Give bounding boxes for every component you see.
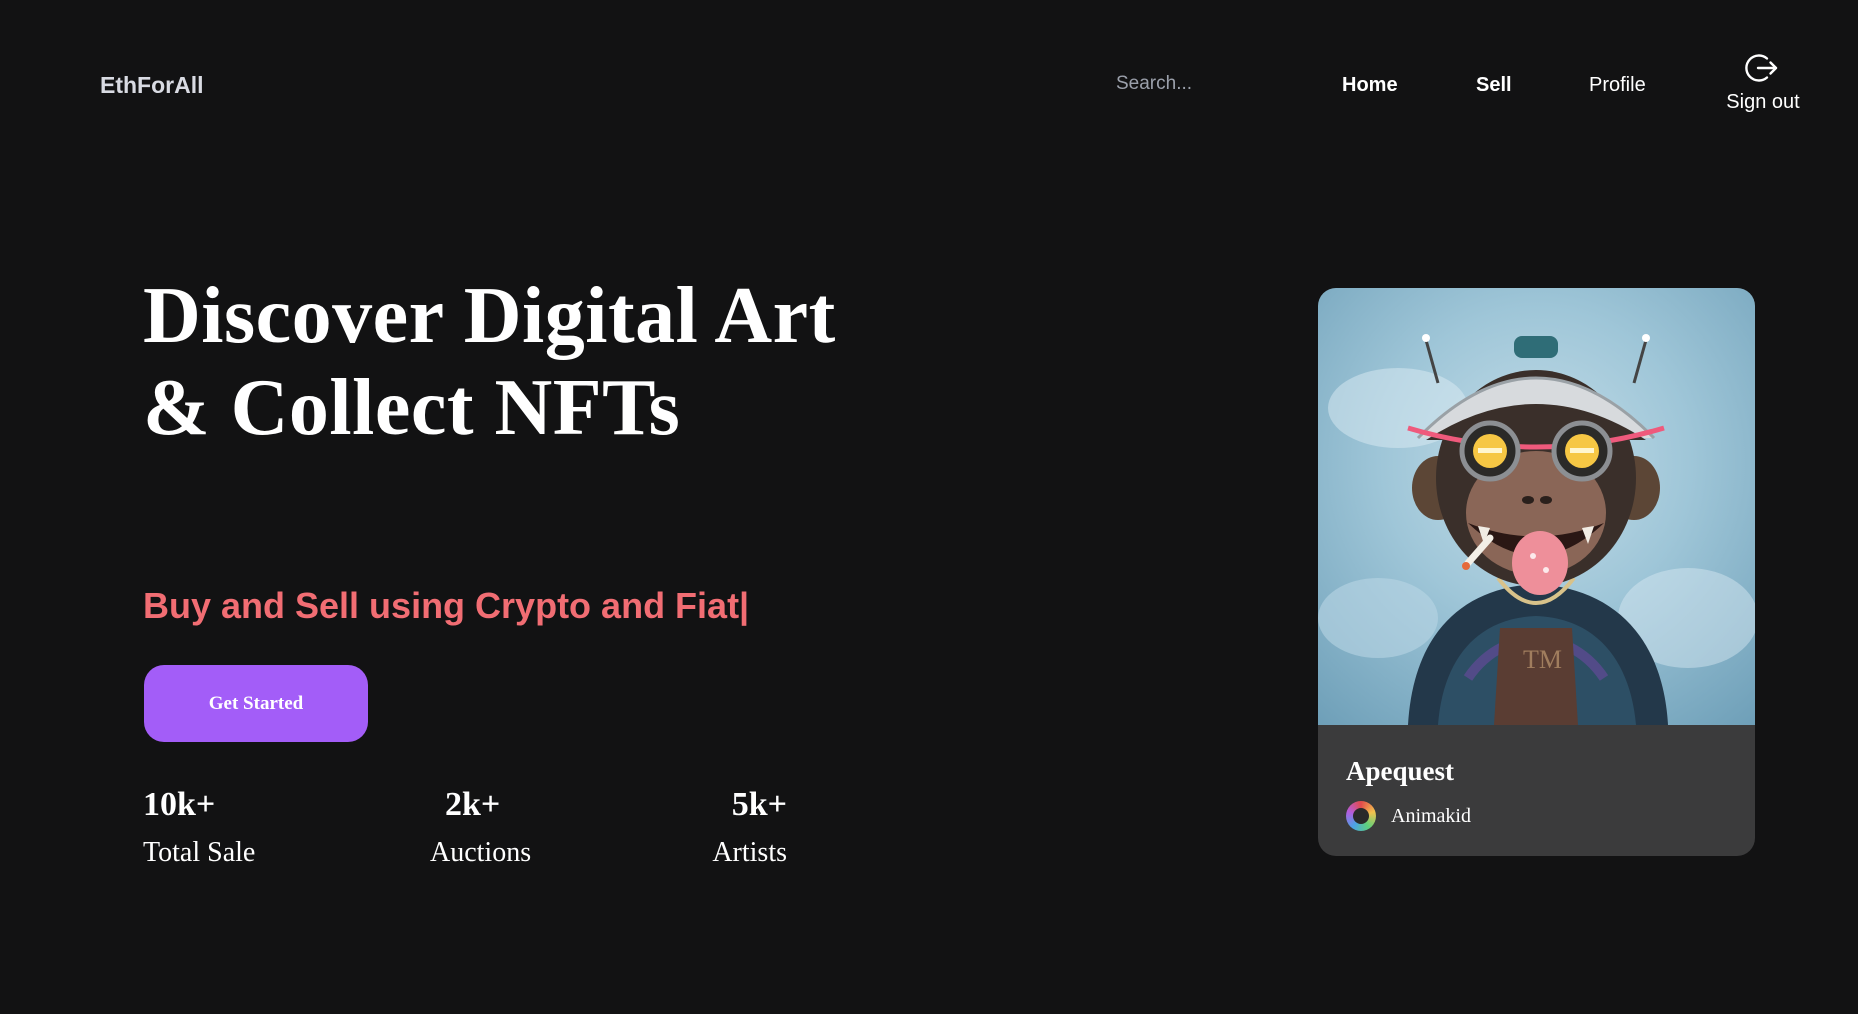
nft-artwork-image: TM bbox=[1318, 288, 1755, 725]
stat-value: 2k+ bbox=[445, 786, 501, 823]
sign-out-button[interactable]: Sign out bbox=[1718, 50, 1808, 120]
sign-out-label: Sign out bbox=[1726, 91, 1800, 113]
logout-icon bbox=[1745, 54, 1778, 82]
svg-text:TM: TM bbox=[1523, 645, 1562, 674]
nft-owner[interactable]: Animakid bbox=[1346, 801, 1471, 831]
stat-auctions: 2k+ Auctions bbox=[430, 783, 531, 873]
nav-sell-link[interactable]: Sell bbox=[1476, 71, 1512, 99]
nft-artwork-illustration: TM bbox=[1318, 334, 1755, 725]
nft-title: Apequest bbox=[1346, 756, 1455, 786]
stat-artists: 5k+ Artists bbox=[705, 783, 787, 873]
owner-name: Animakid bbox=[1391, 804, 1471, 827]
featured-nft-card[interactable]: TM Apequest Animakid bbox=[1318, 288, 1755, 856]
hero-tagline: Buy and Sell using Crypto and Fiat| bbox=[143, 585, 750, 626]
brand-logo[interactable]: EthForAll bbox=[100, 70, 204, 100]
stat-label: Artists bbox=[712, 837, 787, 868]
stat-value: 10k+ bbox=[143, 786, 216, 823]
nav-profile-link[interactable]: Profile bbox=[1589, 71, 1646, 99]
nav-home-link[interactable]: Home bbox=[1342, 71, 1398, 99]
top-navbar: EthForAll Home Sell Profile Sign out bbox=[0, 0, 1858, 170]
search-input[interactable] bbox=[1110, 66, 1280, 102]
stat-total-sale: 10k+ Total Sale bbox=[143, 783, 255, 873]
hero-title: Discover Digital Art & Collect NFTs bbox=[143, 272, 836, 452]
get-started-button[interactable]: Get Started bbox=[144, 665, 368, 742]
owner-avatar bbox=[1346, 801, 1376, 831]
stat-label: Total Sale bbox=[143, 837, 256, 868]
stat-label: Auctions bbox=[430, 837, 532, 868]
stat-value: 5k+ bbox=[731, 786, 787, 823]
